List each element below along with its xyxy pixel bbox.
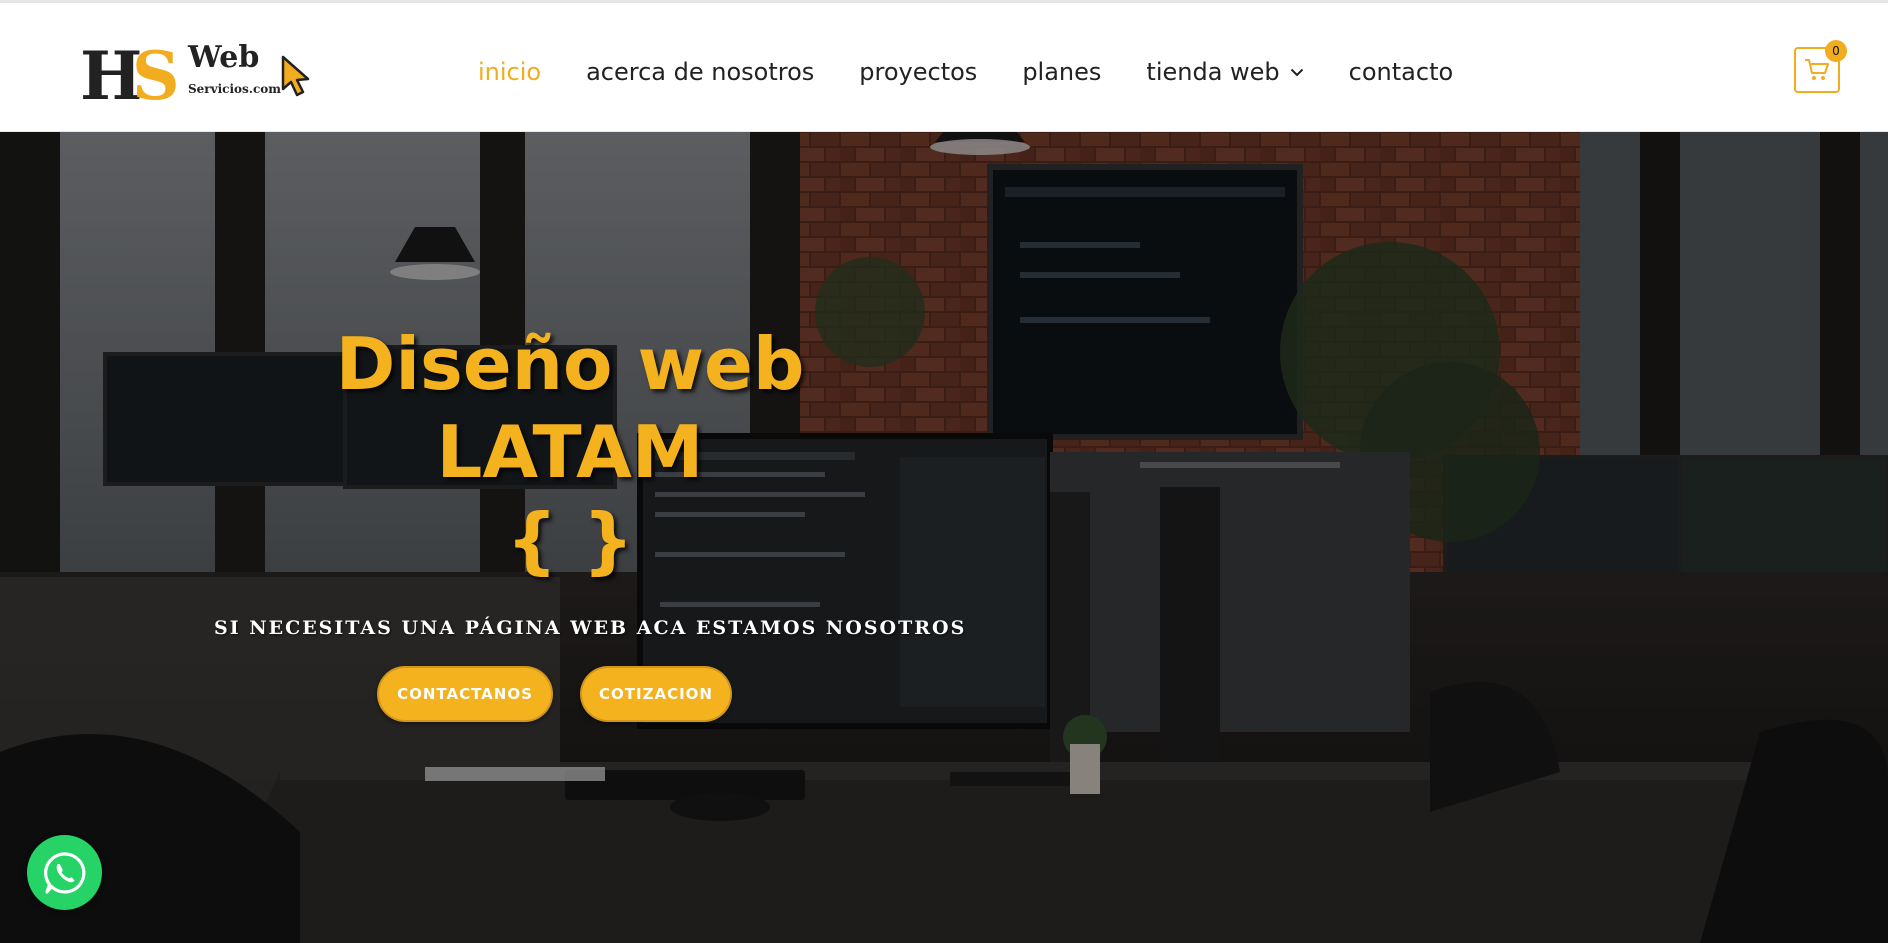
site-header: H S Web Servicios.com inicio acerca de n… [0,3,1888,132]
quote-button[interactable]: COTIZACION [580,666,732,722]
whatsapp-icon [43,851,85,894]
cart-icon [1805,59,1829,80]
nav-item-tienda-web[interactable]: tienda web [1146,58,1303,86]
cart-count-badge: 0 [1825,40,1847,62]
nav-item-contacto[interactable]: contacto [1349,58,1454,86]
site-logo[interactable]: H S Web Servicios.com [80,37,320,107]
hero-title-braces: { } [506,498,634,582]
nav-label: planes [1022,58,1102,86]
chevron-down-icon [1290,68,1304,77]
nav-label: acerca de nosotros [586,58,815,86]
cursor-icon [281,55,310,97]
nav-label: inicio [478,58,542,86]
logo-word: Web [187,40,259,75]
hero-subtitle: SI NECESITAS UNA PÁGINA WEB ACA ESTAMOS … [214,617,967,639]
nav-item-proyectos[interactable]: proyectos [859,58,977,86]
nav-label: contacto [1348,58,1454,86]
contact-button[interactable]: CONTACTANOS [377,666,553,722]
nav-item-inicio[interactable]: inicio [478,58,541,86]
whatsapp-button[interactable] [27,835,102,910]
main-navigation: inicio acerca de nosotros proyectos plan… [478,50,1498,94]
nav-label: tienda web [1146,58,1280,86]
hero-section: Diseño web LATAM { } SI NECESITAS UNA PÁ… [0,132,1888,943]
hero-title: Diseño web LATAM { } [220,320,920,584]
logo-domain: Servicios.com [188,82,281,96]
logo-letter-s: S [132,37,180,107]
hero-title-line-2: LATAM [436,410,704,494]
nav-item-planes[interactable]: planes [1022,58,1101,86]
cart-button[interactable]: 0 [1794,40,1847,93]
nav-item-acerca-de-nosotros[interactable]: acerca de nosotros [586,58,814,86]
logo-graphic: H S Web Servicios.com [80,37,310,107]
nav-label: proyectos [859,58,978,86]
hero-title-line-1: Diseño web [335,322,805,406]
